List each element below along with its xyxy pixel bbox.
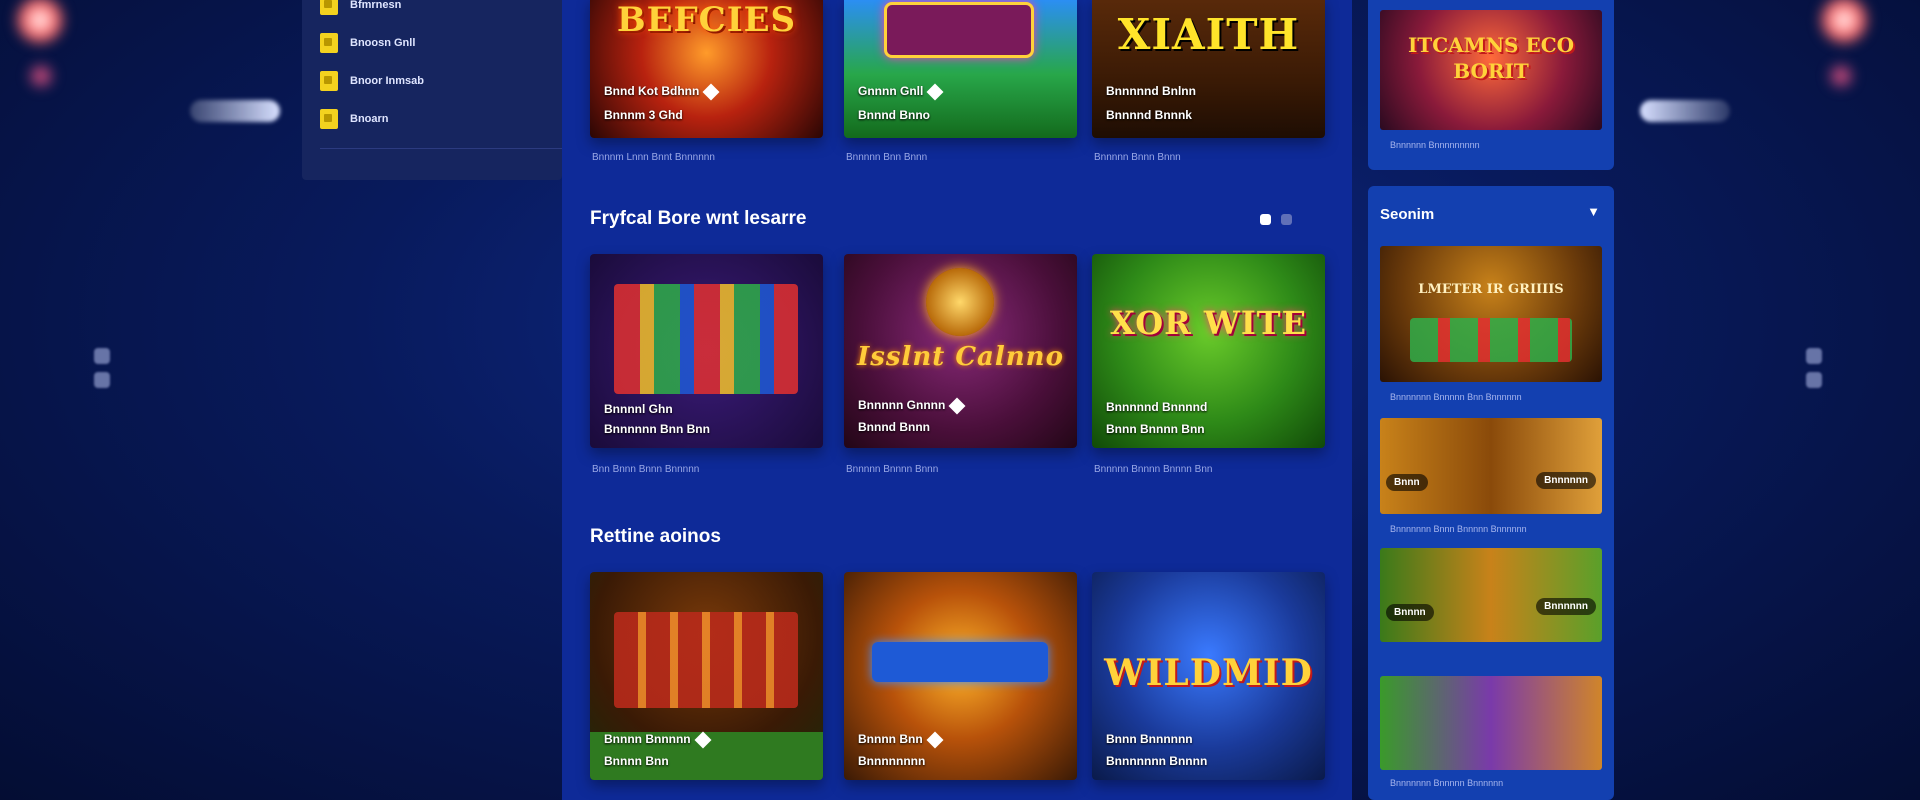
carousel-pager [1260,214,1292,225]
card-caption: Bnnnnn Bnnnn Bnnnn Bnn [1094,464,1213,475]
card-caption: Bnnnnnnn Bnnn Bnnnnn Bnnnnnn [1390,524,1527,534]
folder-icon [320,109,338,129]
game-card[interactable]: Gnnnn Gnll Bnnnd Bnno [844,0,1077,138]
divider [320,148,562,149]
game-title: Bnnnnl Ghn [604,402,673,416]
game-subtitle: Bnnnm 3 Ghd [604,108,683,122]
card-caption: Bnnnnn Bnnn Bnnn [1094,152,1181,163]
game-title: Bnnnnnd Bnlnn [1106,84,1196,98]
game-card[interactable]: Bnnnnl Ghn Bnnnnnn Bnn Bnn [590,254,823,448]
game-title: Bnnnn Bnnnnn [604,732,691,746]
game-title: Gnnnn Gnll [858,84,924,98]
game-subtitle: Bnnn Bnnnn Bnn [1106,422,1205,436]
card-caption: Bnn Bnnn Bnnn Bnnnnn [592,464,700,475]
card-caption: Bnnnnnnn Bnnnnn Bnn Bnnnnnn [1390,392,1522,402]
game-card[interactable]: WILDMID Bnnn Bnnnnnn Bnnnnnnn Bnnnn [1092,572,1325,780]
menu-item[interactable]: Bnoor Inmsab [302,62,562,100]
menu-item[interactable]: Bfmrnesn [302,0,562,24]
game-subtitle: Bnnnnnnn Bnnnn [1106,754,1208,768]
chevron-down-icon[interactable]: ▼ [1587,204,1600,219]
menu-item[interactable]: Bnoosn Gnll [302,24,562,62]
side-game-card[interactable]: Bnnnn Bnnnnnn [1380,548,1602,642]
game-card[interactable]: XIAITH Bnnnnnd Bnlnn Bnnnnd Bnnnk [1092,0,1325,138]
diamond-icon [702,83,720,101]
game-subtitle: Bnnnn Bnn [604,754,669,768]
game-logo: XIAITH [1117,10,1300,59]
pager-dot[interactable] [1281,214,1292,225]
promo-banner[interactable]: ITCAMNS ECO BORIT [1380,10,1602,130]
game-title: Bnnnnnd Bnnnnd [1106,400,1208,414]
game-lobby: BEFCIES Bnnd Kot Bdhnn Bnnnm 3 Ghd Bnnnm… [562,0,1352,800]
decor-dots [1806,348,1824,396]
menu-item[interactable]: Bnoarn [302,100,562,138]
right-sidebar: ITCAMNS ECO BORIT Bnnnnnn Bnnnnnnnnn Seo… [1368,0,1614,800]
game-subtitle: Bnnnnnn Bnn Bnn [604,422,710,436]
bokeh-light [1826,62,1856,90]
badge: Bnnnnnn [1536,598,1596,615]
badge: Bnnn [1386,474,1428,491]
game-logo: WILDMID [1104,652,1313,694]
promo-logo: ITCAMNS ECO BORIT [1407,33,1575,83]
diamond-icon [694,731,712,749]
game-subtitle: Bnnnd Bnnn [858,420,930,434]
side-list: Seonim ▼ LMETER IR GRIIIIS Bnnnnnnn Bnnn… [1368,186,1614,800]
side-game-card[interactable] [1380,676,1602,770]
diamond-icon [948,397,966,415]
side-list-title: Seonim [1380,206,1435,223]
promo-caption: Bnnnnnn Bnnnnnnnnn [1390,140,1480,150]
folder-icon [320,33,338,53]
game-subtitle: Bnnnd Bnno [858,108,930,122]
game-logo: XOR WITE [1110,304,1307,342]
menu-item-label: Bnoosn Gnll [350,37,416,49]
diamond-icon [926,731,944,749]
menu-item-label: Bnoor Inmsab [350,75,424,87]
pager-dot[interactable] [1260,214,1271,225]
side-game-card[interactable]: Bnnn Bnnnnnn [1380,418,1602,514]
game-card[interactable]: Bnnnn Bnnnnn Bnnnn Bnn [590,572,823,780]
game-subtitle: Bnnnnnnnn [858,754,926,768]
decor-bar [190,100,280,122]
game-logo: LMETER IR GRIIIIS [1418,282,1564,297]
bokeh-light [1818,0,1870,46]
decor-bar [1640,100,1730,122]
menu-item-label: Bfmrnesn [350,0,402,11]
card-caption: Bnnnnn Bnn Bnnn [846,152,928,163]
section-title: Fryfcal Bore wnt lesarre [590,208,807,229]
game-logo: Isslnt Calnno [857,342,1064,372]
game-card[interactable]: Bnnnn Bnn Bnnnnnnnn [844,572,1077,780]
bokeh-light [14,0,66,46]
card-caption: Bnnnnn Bnnnn Bnnn [846,464,939,475]
badge: Bnnnn [1386,604,1434,621]
game-title: Bnnnn Bnn [858,732,923,746]
game-title: Bnnn Bnnnnnn [1106,732,1193,746]
left-menu: Bfmrnesn Bnoosn Gnll Bnoor Inmsab Bnoarn [302,0,562,180]
folder-icon [320,0,338,15]
bokeh-light [26,62,56,90]
game-subtitle: Bnnnnd Bnnnk [1106,108,1192,122]
game-card[interactable]: XOR WITE Bnnnnnd Bnnnnd Bnnn Bnnnn Bnn [1092,254,1325,448]
section-title: Rettine aoinos [590,526,721,547]
game-title: Bnnnnn Gnnnn [858,398,946,412]
menu-item-label: Bnoarn [350,113,389,125]
side-game-card[interactable]: LMETER IR GRIIIIS [1380,246,1602,382]
diamond-icon [926,83,944,101]
card-caption: Bnnnm Lnnn Bnnt Bnnnnnn [592,152,715,163]
game-logo: BEFCIES [616,0,797,40]
game-card[interactable]: Isslnt Calnno Bnnnnn Gnnnn Bnnnd Bnnn [844,254,1077,448]
promo-box: ITCAMNS ECO BORIT Bnnnnnn Bnnnnnnnnn [1368,0,1614,170]
badge: Bnnnnnn [1536,472,1596,489]
folder-icon [320,71,338,91]
decor-dots [94,348,112,396]
game-card[interactable]: BEFCIES Bnnd Kot Bdhnn Bnnnm 3 Ghd [590,0,823,138]
game-title: Bnnd Kot Bdhnn [604,84,700,98]
card-caption: Bnnnnnnn Bnnnnn Bnnnnnn [1390,778,1504,788]
